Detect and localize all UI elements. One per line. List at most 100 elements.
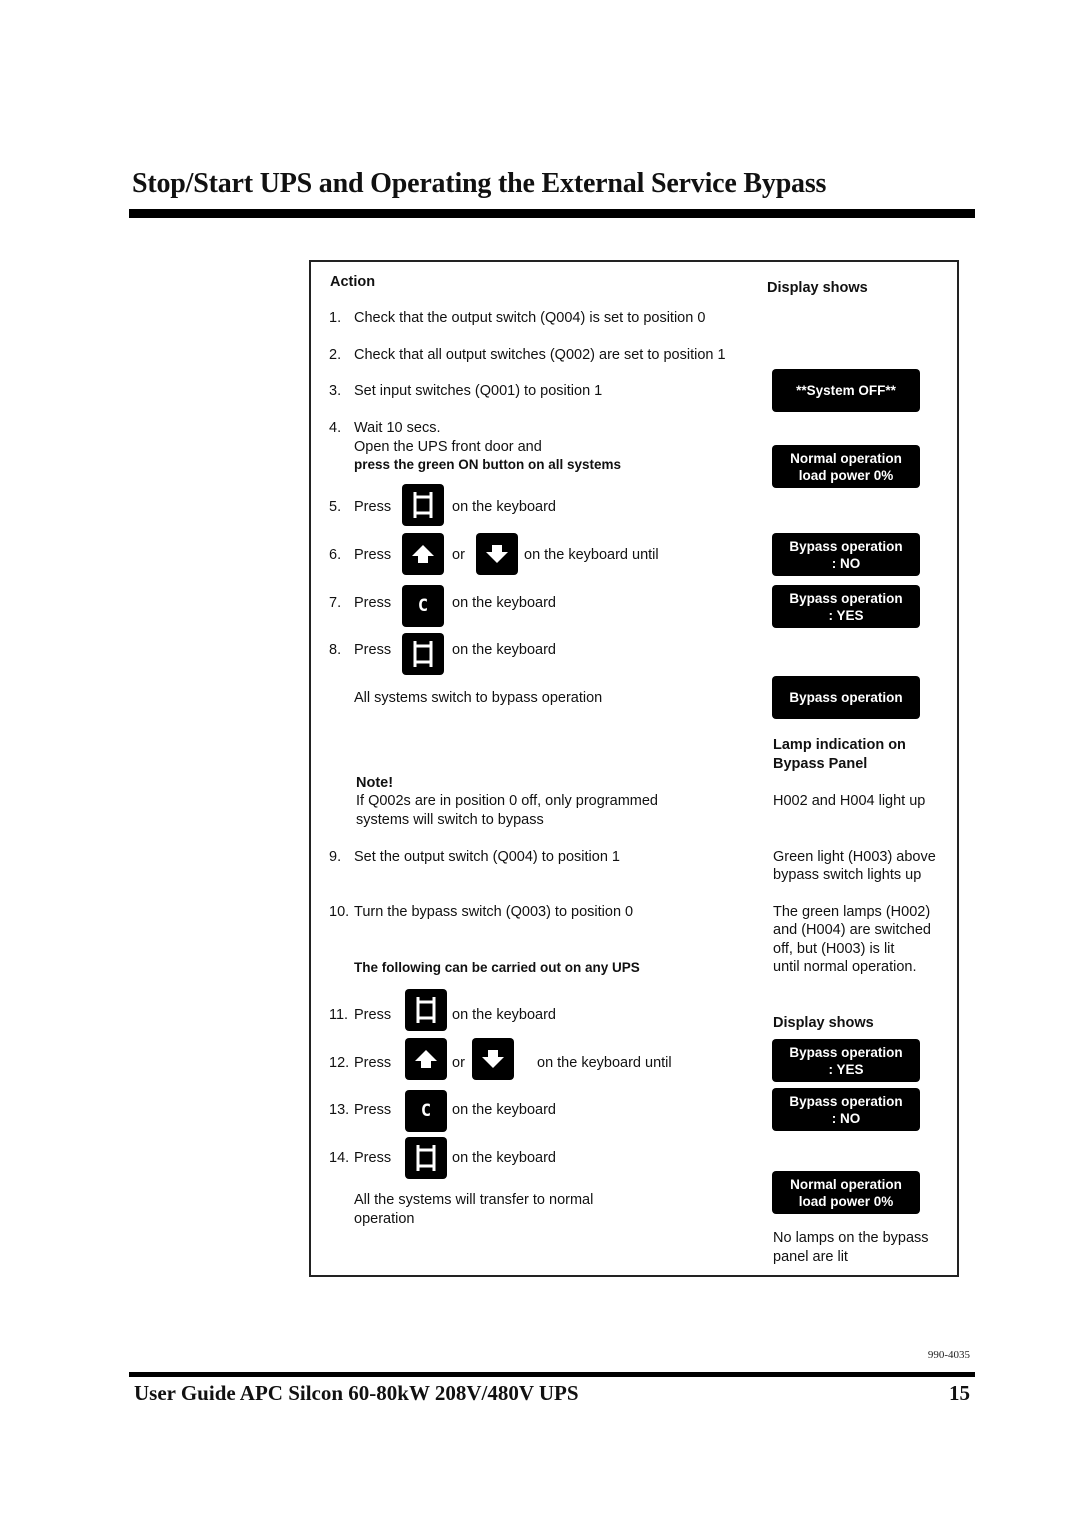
lamp-green-h003-line2: bypass switch lights up bbox=[773, 867, 922, 883]
down-arrow-key[interactable] bbox=[476, 533, 518, 575]
down-arrow-icon bbox=[482, 1050, 504, 1068]
enter-key[interactable] bbox=[402, 633, 444, 675]
display-column-header-2: Display shows bbox=[773, 1015, 874, 1031]
step-13-after: on the keyboard bbox=[452, 1102, 556, 1118]
normal-result-line2: operation bbox=[354, 1211, 415, 1227]
step-6-number: 6. bbox=[329, 547, 342, 563]
step-14-after: on the keyboard bbox=[452, 1150, 556, 1166]
step-7-press: Press bbox=[354, 595, 392, 611]
enter-key-icon bbox=[413, 641, 433, 667]
title-rule bbox=[129, 209, 975, 218]
display-normal-operation: Normal operation load power 0% bbox=[772, 1171, 920, 1214]
down-arrow-key[interactable] bbox=[472, 1038, 514, 1080]
up-arrow-key[interactable] bbox=[405, 1038, 447, 1080]
step-12-press: Press bbox=[354, 1055, 392, 1071]
step-3-number: 3. bbox=[329, 383, 342, 399]
display-normal-operation: Normal operation load power 0% bbox=[772, 445, 920, 488]
down-arrow-icon bbox=[486, 545, 508, 563]
step-2-number: 2. bbox=[329, 347, 342, 363]
step-11-number: 11. bbox=[329, 1007, 349, 1023]
lamp-green-lamps-line1: The green lamps (H002) bbox=[773, 904, 931, 920]
display-column-header: Display shows bbox=[767, 280, 868, 296]
up-arrow-key[interactable] bbox=[402, 533, 444, 575]
c-key[interactable]: C bbox=[402, 585, 444, 627]
step-12-number: 12. bbox=[329, 1055, 350, 1071]
step-8-press: Press bbox=[354, 642, 392, 658]
step-4-line2: Open the UPS front door and bbox=[354, 439, 542, 455]
page-number: 15 bbox=[949, 1381, 970, 1405]
step-9-text: Set the output switch (Q004) to position… bbox=[354, 849, 620, 865]
c-key[interactable]: C bbox=[405, 1090, 447, 1132]
display-line1: Normal operation bbox=[790, 1176, 902, 1192]
bypass-result-text: All systems switch to bypass operation bbox=[354, 690, 603, 706]
enter-key-icon bbox=[416, 997, 436, 1023]
step-10-text: Turn the bypass switch (Q003) to positio… bbox=[354, 904, 634, 920]
display-line1: Bypass operation bbox=[789, 590, 903, 606]
display-bypass-no: Bypass operation : NO bbox=[772, 1088, 920, 1131]
enter-key[interactable] bbox=[405, 1137, 447, 1179]
page-title: Stop/Start UPS and Operating the Externa… bbox=[132, 168, 827, 199]
footer-title: User Guide APC Silcon 60-80kW 208V/480V … bbox=[134, 1381, 579, 1405]
up-arrow-icon bbox=[412, 545, 434, 563]
c-key-label: C bbox=[420, 1101, 432, 1121]
step-14-press: Press bbox=[354, 1150, 392, 1166]
step-8-number: 8. bbox=[329, 642, 342, 658]
display-system-off: **System OFF** bbox=[772, 369, 920, 412]
display-line1: Bypass operation bbox=[789, 1044, 903, 1060]
step-4-number: 4. bbox=[329, 420, 342, 436]
note-line1: If Q002s are in position 0 off, only pro… bbox=[356, 793, 658, 809]
lamp-green-lamps-line2: and (H004) are switched bbox=[773, 922, 931, 938]
up-arrow-icon bbox=[415, 1050, 437, 1068]
display-line1: Bypass operation bbox=[789, 538, 903, 554]
step-3-text: Set input switches (Q001) to position 1 bbox=[354, 383, 603, 399]
lamp-header-line1: Lamp indication on bbox=[773, 737, 906, 753]
document-number: 990-4035 bbox=[927, 1349, 970, 1361]
no-lamps-line1: No lamps on the bypass bbox=[773, 1230, 929, 1246]
step-5-press: Press bbox=[354, 499, 392, 515]
step-6-press: Press bbox=[354, 547, 392, 563]
display-bypass-operation: Bypass operation bbox=[772, 676, 920, 719]
display-line2: : NO bbox=[831, 555, 861, 571]
display-line2: : YES bbox=[828, 607, 864, 623]
lamp-green-lamps-line4: until normal operation. bbox=[773, 959, 917, 975]
enter-key[interactable] bbox=[402, 484, 444, 526]
display-line2: load power 0% bbox=[798, 467, 894, 483]
display-text: Bypass operation bbox=[789, 690, 903, 705]
display-line1: Bypass operation bbox=[789, 1093, 903, 1109]
step-5-number: 5. bbox=[329, 499, 342, 515]
no-lamps-line2: panel are lit bbox=[773, 1249, 848, 1265]
step-8-after: on the keyboard bbox=[452, 642, 556, 658]
step-4-line1: Wait 10 secs. bbox=[354, 420, 441, 436]
step-14-number: 14. bbox=[329, 1150, 350, 1166]
display-bypass-yes: Bypass operation : YES bbox=[772, 1039, 920, 1082]
display-line2: : YES bbox=[828, 1061, 864, 1077]
lamp-h002-h004: H002 and H004 light up bbox=[773, 793, 926, 809]
note-line2: systems will switch to bypass bbox=[356, 812, 544, 828]
display-text: **System OFF** bbox=[796, 383, 896, 398]
step-7-number: 7. bbox=[329, 595, 342, 611]
lamp-green-h003-line1: Green light (H003) above bbox=[773, 849, 936, 865]
step-5-after: on the keyboard bbox=[452, 499, 556, 515]
enter-key-icon bbox=[416, 1145, 436, 1171]
step-1-number: 1. bbox=[329, 310, 342, 326]
step-1-text: Check that the output switch (Q004) is s… bbox=[354, 310, 706, 326]
step-12-or: or bbox=[452, 1055, 465, 1071]
action-column-header: Action bbox=[330, 274, 376, 290]
c-key-label: C bbox=[417, 596, 429, 616]
step-13-number: 13. bbox=[329, 1102, 350, 1118]
enter-key[interactable] bbox=[405, 989, 447, 1031]
step-10-number: 10. bbox=[329, 904, 350, 920]
step-9-number: 9. bbox=[329, 849, 342, 865]
footer-rule bbox=[129, 1372, 975, 1377]
step-7-after: on the keyboard bbox=[452, 595, 556, 611]
display-bypass-yes: Bypass operation : YES bbox=[772, 585, 920, 628]
step-11-after: on the keyboard bbox=[452, 1007, 556, 1023]
display-line1: Normal operation bbox=[790, 450, 902, 466]
lamp-header-line2: Bypass Panel bbox=[773, 756, 868, 772]
step-11-press: Press bbox=[354, 1007, 392, 1023]
enter-key-icon bbox=[413, 492, 433, 518]
step-4-line3: press the green ON button on all systems bbox=[354, 457, 622, 472]
step-6-or: or bbox=[452, 547, 465, 563]
any-ups-heading: The following can be carried out on any … bbox=[354, 960, 640, 975]
step-13-press: Press bbox=[354, 1102, 392, 1118]
